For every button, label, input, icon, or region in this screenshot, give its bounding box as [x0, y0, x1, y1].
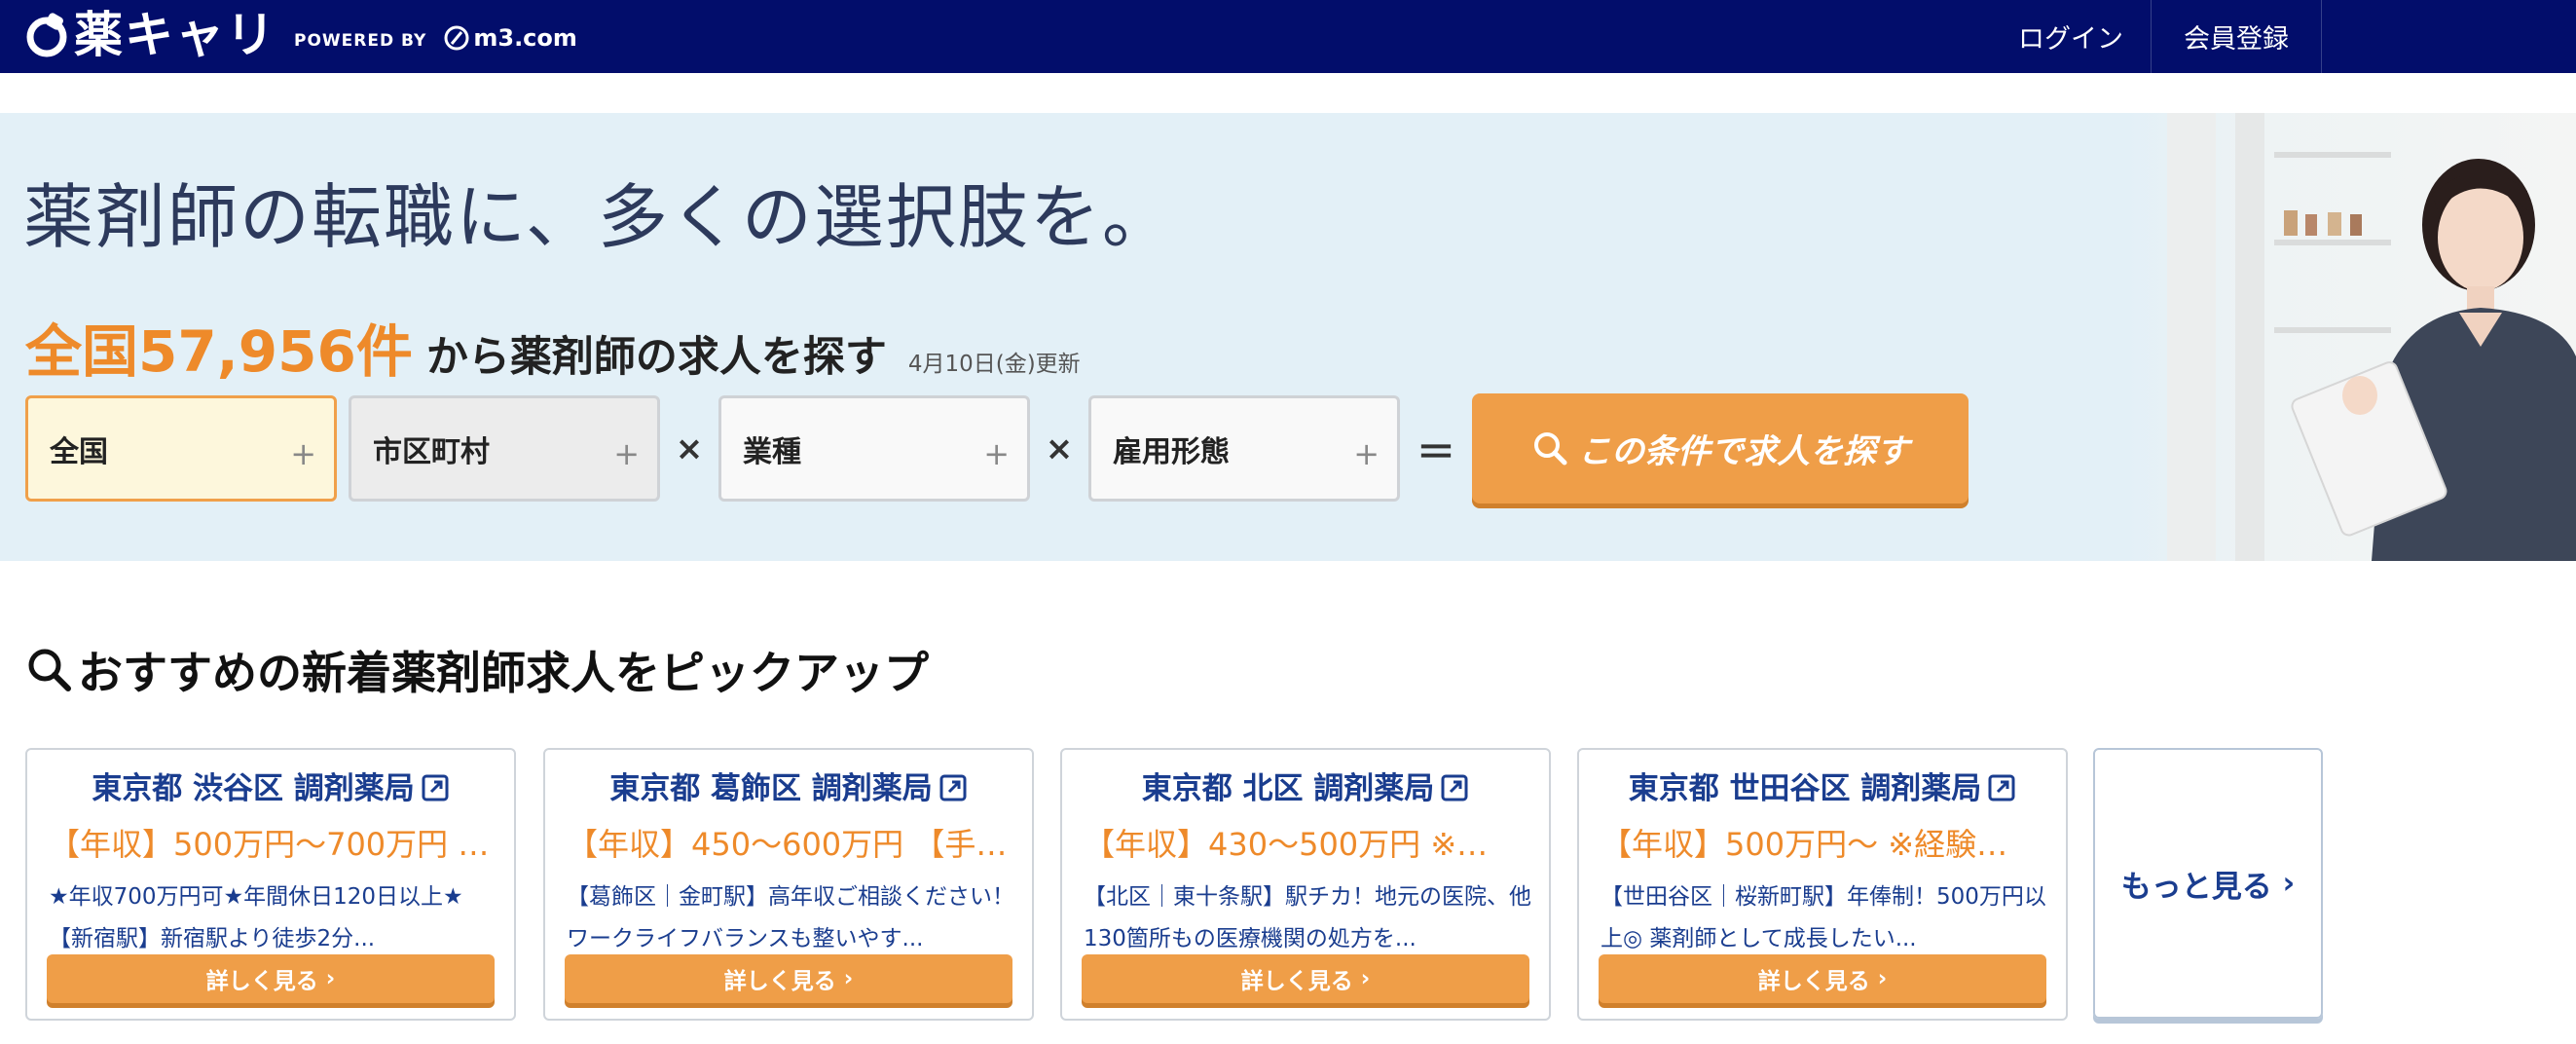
search-filters: 全国 + 市区町村 + × 業種 + × 雇用形態 + ＝ この条件で求人を探す — [25, 393, 1969, 503]
job-card-salary: 【年収】450〜600万円 【手… — [567, 826, 1008, 863]
job-count: 全国57,956件 — [25, 318, 413, 385]
job-count-suffix: から薬剤師の求人を探す — [425, 333, 887, 382]
employment-filter[interactable]: 雇用形態 + — [1088, 395, 1400, 502]
job-card-title[interactable]: 東京都 葛飾区 調剤薬局 — [545, 764, 1032, 807]
register-link[interactable]: 会員登録 — [2152, 0, 2322, 73]
external-link-icon — [422, 774, 449, 802]
hero-search-banner: 薬剤師の転職に、多くの選択肢を。 全国57,956件 から薬剤師の求人を探す 4… — [0, 113, 2576, 561]
city-filter[interactable]: 市区町村 + — [349, 395, 660, 502]
job-card-description: 【葛飾区｜金町駅】高年収ご相談ください！ワークライフバランスも整いやす... — [567, 884, 1014, 951]
site-logo[interactable]: 薬キャリ POWERED BY m3.com — [25, 6, 577, 64]
job-type-filter[interactable]: 業種 + — [718, 395, 1030, 502]
see-more-button[interactable]: もっと見る › — [2093, 748, 2323, 1019]
pharmacist-photo — [2128, 113, 2576, 561]
job-card-title-text: 東京都 葛飾区 調剤薬局 — [609, 771, 933, 806]
m3-text: m3.com — [473, 24, 577, 52]
pill-logo-icon — [26, 13, 67, 57]
plus-icon: + — [983, 435, 1010, 472]
m3-partner-logo: m3.com — [442, 23, 577, 53]
job-card[interactable]: 東京都 北区 調剤薬局 【年収】430〜500万円 ※… 【北区｜東十条駅】駅チ… — [1060, 748, 1551, 1021]
job-card-detail-button[interactable]: 詳しく見る › — [1082, 954, 1529, 1003]
external-link-icon — [1988, 774, 2015, 802]
employment-filter-label: 雇用形態 — [1113, 434, 1230, 469]
plus-icon: + — [613, 435, 640, 472]
job-card-title-text: 東京都 北区 調剤薬局 — [1141, 771, 1435, 806]
site-header: 薬キャリ POWERED BY m3.com ログイン 会員登録 — [0, 0, 2576, 73]
times-icon: × — [675, 429, 704, 468]
job-card[interactable]: 東京都 世田谷区 調剤薬局 【年収】500万円〜 ※経験… 【世田谷区｜桜新町駅… — [1577, 748, 2068, 1021]
search-icon — [28, 649, 71, 691]
job-card-title-text: 東京都 渋谷区 調剤薬局 — [92, 771, 415, 806]
chevron-right-icon: › — [2271, 866, 2296, 901]
job-card-salary: 【年収】430〜500万円 ※… — [1084, 826, 1489, 863]
plus-icon: + — [290, 435, 316, 472]
job-card[interactable]: 東京都 葛飾区 調剤薬局 【年収】450〜600万円 【手… 【葛飾区｜金町駅】… — [543, 748, 1034, 1021]
job-card-detail-button[interactable]: 詳しく見る › — [565, 954, 1012, 1003]
chevron-right-icon: › — [835, 966, 854, 991]
chevron-right-icon: › — [1869, 966, 1888, 991]
see-more-label: もっと見る — [2120, 869, 2272, 905]
city-filter-label: 市区町村 — [373, 434, 490, 469]
detail-button-label: 詳しく見る — [205, 969, 318, 994]
login-link[interactable]: ログイン — [1991, 0, 2152, 73]
pickup-section-title: おすすめの新着薬剤師求人をピックアップ — [25, 638, 929, 702]
job-card-salary: 【年収】500万円〜700万円 … — [49, 826, 490, 863]
updated-date: 4月10日(金)更新 — [907, 352, 1081, 377]
pharmacist-illustration — [2167, 113, 2576, 561]
job-card[interactable]: 東京都 渋谷区 調剤薬局 【年収】500万円〜700万円 … ★年収700万円可… — [25, 748, 516, 1021]
job-count-line: 全国57,956件 から薬剤師の求人を探す 4月10日(金)更新 — [25, 306, 1081, 388]
equals-icon: ＝ — [1417, 429, 1455, 475]
chevron-right-icon: › — [317, 966, 336, 991]
plus-icon: + — [1353, 435, 1380, 472]
area-filter-label: 全国 — [50, 434, 108, 469]
search-icon — [1534, 431, 1567, 465]
job-card-detail-button[interactable]: 詳しく見る › — [1599, 954, 2046, 1003]
search-jobs-button[interactable]: この条件で求人を探す — [1472, 393, 1969, 503]
times-icon: × — [1045, 429, 1074, 468]
m3-mark-icon — [444, 25, 469, 51]
job-card-salary: 【年収】500万円〜 ※経験… — [1601, 826, 2008, 863]
detail-button-label: 詳しく見る — [723, 969, 836, 994]
area-filter[interactable]: 全国 + — [25, 395, 337, 502]
job-card-description: 【世田谷区｜桜新町駅】年俸制！500万円以上◎ 薬剤師として成長したい... — [1601, 884, 2046, 951]
job-card-title[interactable]: 東京都 北区 調剤薬局 — [1062, 764, 1549, 807]
powered-by-label: POWERED BY — [294, 31, 427, 51]
external-link-icon — [939, 774, 967, 802]
logo-text: 薬キャリ — [74, 7, 276, 63]
chevron-right-icon: › — [1352, 966, 1371, 991]
job-card-description: 【北区｜東十条駅】駅チカ！地元の医院、他130箇所もの医療機関の処方を... — [1084, 884, 1531, 951]
detail-button-label: 詳しく見る — [1240, 969, 1353, 994]
pickup-title-text: おすすめの新着薬剤師求人をピックアップ — [78, 647, 929, 699]
job-card-description: ★年収700万円可★年間休日120日以上★【新宿駅】新宿駅より徒歩2分... — [49, 884, 463, 951]
hero-title: 薬剤師の転職に、多くの選択肢を。 — [23, 176, 1174, 258]
job-card-detail-button[interactable]: 詳しく見る › — [47, 954, 495, 1003]
job-card-title[interactable]: 東京都 渋谷区 調剤薬局 — [27, 764, 514, 807]
job-card-title[interactable]: 東京都 世田谷区 調剤薬局 — [1579, 764, 2066, 807]
job-card-title-text: 東京都 世田谷区 調剤薬局 — [1628, 771, 1982, 806]
external-link-icon — [1441, 774, 1468, 802]
job-type-filter-label: 業種 — [743, 434, 801, 469]
search-button-label: この条件で求人を探す — [1578, 432, 1909, 471]
detail-button-label: 詳しく見る — [1757, 969, 1870, 994]
